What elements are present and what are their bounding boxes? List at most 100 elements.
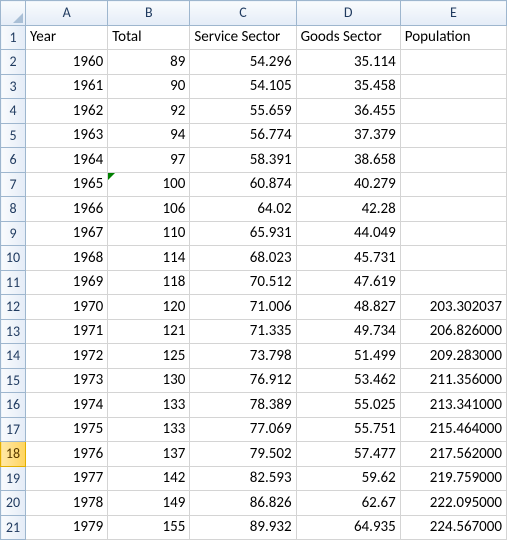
cell[interactable]: 125 (108, 344, 190, 369)
row-header[interactable]: 8 (1, 197, 26, 222)
cell[interactable]: 37.379 (296, 123, 400, 148)
cell[interactable] (400, 270, 506, 295)
row-header[interactable]: 19 (1, 466, 26, 491)
cell[interactable]: 219.759000 (400, 466, 506, 491)
cell[interactable]: 86.826 (190, 491, 296, 516)
cell[interactable]: 133 (108, 417, 190, 442)
cell[interactable]: 35.458 (296, 74, 400, 99)
cell[interactable]: 1960 (26, 50, 108, 75)
column-header-C[interactable]: C (190, 1, 296, 26)
cell[interactable]: 49.734 (296, 319, 400, 344)
row-header[interactable]: 4 (1, 99, 26, 124)
cell[interactable]: 1966 (26, 197, 108, 222)
cell[interactable]: 79.502 (190, 442, 296, 467)
cell[interactable]: 1973 (26, 368, 108, 393)
cell[interactable]: Year (26, 25, 108, 50)
cell[interactable]: 206.826000 (400, 319, 506, 344)
cell[interactable]: 137 (108, 442, 190, 467)
row-header[interactable]: 15 (1, 368, 26, 393)
cell[interactable]: 110 (108, 221, 190, 246)
column-header-D[interactable]: D (296, 1, 400, 26)
row-header[interactable]: 16 (1, 393, 26, 418)
row-header[interactable]: 10 (1, 246, 26, 271)
cell[interactable]: 97 (108, 148, 190, 173)
cell[interactable]: 45.731 (296, 246, 400, 271)
cell[interactable] (400, 197, 506, 222)
cell[interactable]: 40.279 (296, 172, 400, 197)
cell[interactable]: 1969 (26, 270, 108, 295)
row-header[interactable]: 12 (1, 295, 26, 320)
cell[interactable]: 211.356000 (400, 368, 506, 393)
cell[interactable]: 209.283000 (400, 344, 506, 369)
row-header[interactable]: 5 (1, 123, 26, 148)
cell[interactable]: 1977 (26, 466, 108, 491)
cell[interactable]: 120 (108, 295, 190, 320)
cell[interactable]: 217.562000 (400, 442, 506, 467)
cell[interactable]: 1979 (26, 515, 108, 540)
cell[interactable]: 76.912 (190, 368, 296, 393)
column-header-E[interactable]: E (400, 1, 506, 26)
cell[interactable]: 89.932 (190, 515, 296, 540)
cell[interactable] (400, 99, 506, 124)
row-header[interactable]: 20 (1, 491, 26, 516)
cell[interactable]: 94 (108, 123, 190, 148)
cell[interactable]: 155 (108, 515, 190, 540)
cell[interactable]: 1964 (26, 148, 108, 173)
cell[interactable]: Goods Sector (296, 25, 400, 50)
cell[interactable]: 92 (108, 99, 190, 124)
row-header[interactable]: 2 (1, 50, 26, 75)
cell[interactable]: 1976 (26, 442, 108, 467)
cell[interactable]: 1971 (26, 319, 108, 344)
cell[interactable]: 58.391 (190, 148, 296, 173)
cell[interactable]: 1962 (26, 99, 108, 124)
cell[interactable]: 35.114 (296, 50, 400, 75)
cell[interactable]: 54.296 (190, 50, 296, 75)
cell[interactable]: 38.658 (296, 148, 400, 173)
cell[interactable] (400, 221, 506, 246)
cell[interactable]: 59.62 (296, 466, 400, 491)
cell[interactable]: 71.335 (190, 319, 296, 344)
cell[interactable]: 121 (108, 319, 190, 344)
cell[interactable]: 1974 (26, 393, 108, 418)
cell[interactable]: 215.464000 (400, 417, 506, 442)
cell[interactable]: 54.105 (190, 74, 296, 99)
cell[interactable]: 1978 (26, 491, 108, 516)
select-all-corner[interactable] (1, 1, 26, 26)
cell[interactable]: 1965 (26, 172, 108, 197)
cell[interactable]: 130 (108, 368, 190, 393)
column-header-A[interactable]: A (26, 1, 108, 26)
row-header[interactable]: 6 (1, 148, 26, 173)
row-header[interactable]: 7 (1, 172, 26, 197)
cell[interactable]: 1961 (26, 74, 108, 99)
cell[interactable]: 77.069 (190, 417, 296, 442)
cell[interactable]: Population (400, 25, 506, 50)
cell[interactable]: Total (108, 25, 190, 50)
cell[interactable]: 55.025 (296, 393, 400, 418)
cell[interactable] (400, 148, 506, 173)
row-header[interactable]: 3 (1, 74, 26, 99)
cell[interactable] (400, 246, 506, 271)
cell[interactable]: 100 (108, 172, 190, 197)
cell[interactable]: 53.462 (296, 368, 400, 393)
cell[interactable]: 47.619 (296, 270, 400, 295)
row-header[interactable]: 21 (1, 515, 26, 540)
cell[interactable]: 51.499 (296, 344, 400, 369)
cell[interactable]: 203.302037 (400, 295, 506, 320)
cell[interactable]: 149 (108, 491, 190, 516)
row-header[interactable]: 17 (1, 417, 26, 442)
cell[interactable]: 78.389 (190, 393, 296, 418)
cell[interactable] (400, 123, 506, 148)
cell[interactable]: 60.874 (190, 172, 296, 197)
cell[interactable]: 64.935 (296, 515, 400, 540)
cell[interactable]: 71.006 (190, 295, 296, 320)
row-header[interactable]: 9 (1, 221, 26, 246)
row-header[interactable]: 1 (1, 25, 26, 50)
cell[interactable] (400, 50, 506, 75)
cell[interactable]: 42.28 (296, 197, 400, 222)
cell[interactable]: 68.023 (190, 246, 296, 271)
column-header-B[interactable]: B (108, 1, 190, 26)
cell[interactable]: 44.049 (296, 221, 400, 246)
cell[interactable]: 73.798 (190, 344, 296, 369)
cell[interactable]: 1975 (26, 417, 108, 442)
cell[interactable]: Service Sector (190, 25, 296, 50)
